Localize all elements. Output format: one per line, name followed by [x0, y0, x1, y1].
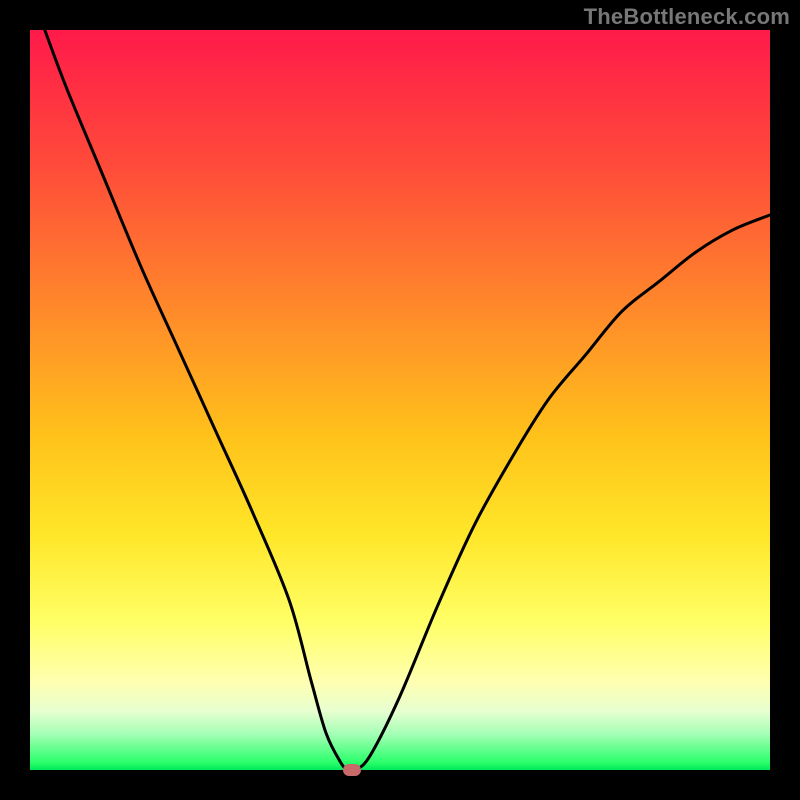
optimum-marker [343, 764, 361, 776]
chart-frame: TheBottleneck.com [0, 0, 800, 800]
bottleneck-curve [30, 30, 770, 770]
watermark-label: TheBottleneck.com [584, 4, 790, 30]
plot-area [30, 30, 770, 770]
